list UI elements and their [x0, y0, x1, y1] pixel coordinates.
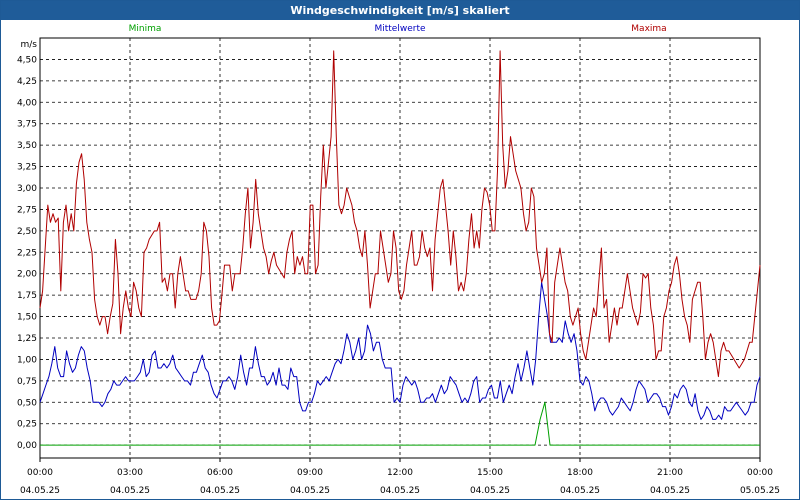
y-tick-label: 2,75: [17, 205, 37, 215]
y-tick-label: 4,25: [17, 77, 37, 87]
x-tick-time-label: 12:00: [387, 468, 413, 478]
y-tick-label: 1,50: [17, 313, 37, 323]
x-tick-date-label: 04.05.25: [20, 486, 60, 496]
x-tick-time-label: 00:00: [27, 468, 53, 478]
x-tick-date-label: 04.05.25: [290, 486, 330, 496]
legend-entry-mittelwerte: Mittelwerte: [374, 24, 425, 34]
y-tick-label: 2,50: [17, 227, 37, 237]
y-axis-label: m/s: [21, 40, 38, 50]
y-tick-label: 3,75: [17, 120, 37, 130]
y-tick-label: 2,25: [17, 248, 37, 258]
axes: 0,00 0,25 0,50 0,75 1,00 1,25 1,50 1,75 2,00 2,25…: [17, 40, 780, 496]
y-tick-label: 4,50: [17, 55, 37, 65]
y-tick-label: 1,00: [17, 355, 37, 365]
line-chart: 0,00 0,25 0,50 0,75 1,00 1,25 1,50 1,75 2,00 2,25…: [17, 24, 780, 496]
x-tick-date-label: 04.05.25: [650, 486, 690, 496]
x-tick-date-label: 04.05.25: [200, 486, 240, 496]
x-tick-time-label: 15:00: [477, 468, 503, 478]
y-tick-label: 1,25: [17, 334, 37, 344]
y-tick-label: 0,25: [17, 420, 37, 430]
legend-entry-maxima: Maxima: [631, 24, 666, 34]
y-tick-label: 3,25: [17, 163, 37, 173]
x-tick-time-label: 00:00: [747, 468, 773, 478]
x-tick-time-label: 18:00: [567, 468, 593, 478]
x-tick-time-label: 09:00: [297, 468, 323, 478]
legend-entry-minima: Minima: [129, 24, 162, 34]
y-tick-label: 4,00: [17, 98, 37, 108]
x-tick-date-label: 05.05.25: [740, 486, 780, 496]
y-tick-label: 0,00: [17, 441, 37, 451]
y-tick-label: 3,00: [17, 184, 37, 194]
grid: [40, 38, 760, 458]
y-tick-label: 0,50: [17, 398, 37, 408]
y-tick-label: 3,50: [17, 141, 37, 151]
x-tick-date-label: 04.05.25: [470, 486, 510, 496]
legend: Minima Mittelwerte Maxima: [129, 24, 667, 34]
x-tick-date-label: 04.05.25: [560, 486, 600, 496]
x-tick-time-label: 21:00: [657, 468, 683, 478]
x-tick-date-label: 04.05.25: [380, 486, 420, 496]
x-tick-time-label: 06:00: [207, 468, 233, 478]
x-tick-time-label: 03:00: [117, 468, 143, 478]
y-tick-label: 2,00: [17, 270, 37, 280]
y-tick-label: 1,75: [17, 291, 37, 301]
y-tick-label: 0,75: [17, 377, 37, 387]
x-tick-date-label: 04.05.25: [110, 486, 150, 496]
